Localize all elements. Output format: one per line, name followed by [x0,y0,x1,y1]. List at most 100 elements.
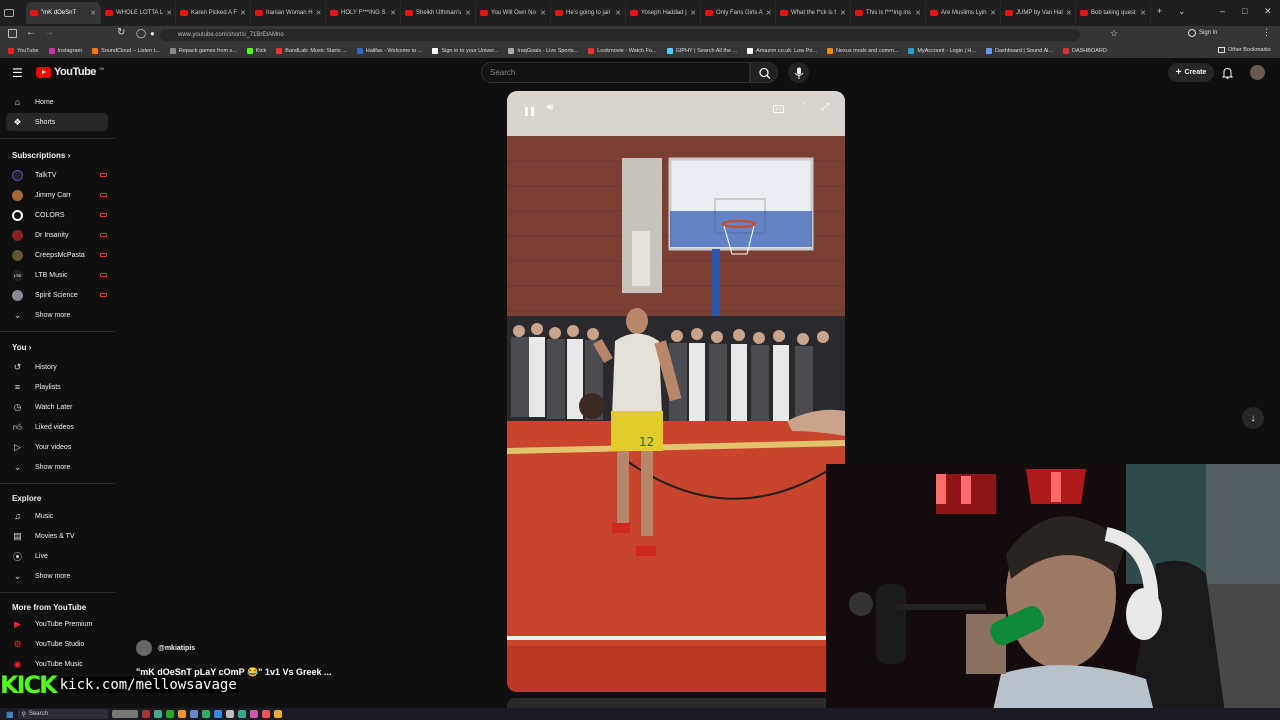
browser-tab[interactable]: You Will Own No ✕ [476,2,551,24]
voice-search-button[interactable] [788,62,809,83]
bookmark-item[interactable]: Sign in to your Univer... [432,48,498,54]
back-icon[interactable]: ← [26,27,36,38]
bookmark-star-icon[interactable]: ☆ [1110,28,1118,39]
tab-search-icon[interactable]: ⌄ [1178,6,1186,17]
sidebar-item-creepsmcpasta[interactable]: CreepsMcPasta [6,246,108,264]
app-icon[interactable] [273,710,282,718]
subscriptions-heading[interactable]: Subscriptions › [12,151,70,160]
app-icon[interactable] [177,710,186,718]
sidebar-item-jimmy-carr[interactable]: Jimmy Carr [6,186,108,204]
windows-start-icon[interactable]: ▦ [6,710,14,719]
browser-tab[interactable]: "mK dOeSnT ✕ [26,2,101,24]
reload-icon[interactable]: ↻ [117,27,125,38]
close-tab-icon[interactable]: ✕ [690,9,696,17]
home-browser-icon[interactable]: ◯ [136,28,146,39]
close-window-icon[interactable]: ✕ [1264,6,1272,17]
sidebar-item-your-videos[interactable]: ▷ Your videos [6,438,108,456]
youtube-logo[interactable]: YouTube GB [36,66,104,78]
sidebar-item-home[interactable]: ⌂ Home [6,93,108,111]
search-input[interactable]: Search [481,62,750,83]
show-more-button[interactable]: ⌄ Show more [6,458,108,476]
bookmark-item[interactable]: Amazon.co.uk: Low Pri... [747,48,817,54]
sidebar-item-history[interactable]: ↺ History [6,358,108,376]
sidebar-item-live[interactable]: ⦿ Live [6,547,108,565]
bookmark-item[interactable]: Halifax - Welcome to ... [356,48,422,54]
captions-button[interactable]: CC [773,105,784,113]
close-tab-icon[interactable]: ✕ [316,9,322,17]
browser-tab[interactable]: What the f*ck is t ✕ [776,2,851,24]
close-tab-icon[interactable]: ✕ [615,9,621,17]
close-tab-icon[interactable]: ✕ [766,9,772,17]
app-icon[interactable] [111,710,138,718]
pause-button[interactable] [521,103,537,119]
bookmark-item[interactable]: SoundCloud – Listen t... [92,48,160,54]
fullscreen-icon[interactable]: ⤢ [821,102,829,113]
forward-icon[interactable]: → [44,27,54,38]
maximize-icon[interactable]: □ [1242,6,1247,16]
browser-tab[interactable]: Yoseph Haddad | ✕ [626,2,701,24]
close-tab-icon[interactable]: ✕ [840,9,846,17]
sidebar-item-watch-later[interactable]: ◷ Watch Later [6,398,108,416]
bookmark-item[interactable]: Instagram [48,48,82,54]
close-tab-icon[interactable]: ✕ [90,9,96,17]
browser-tab[interactable]: JUMP by Van Hal ✕ [1001,2,1076,24]
app-icon[interactable] [225,710,234,718]
sidebar-toggle-icon[interactable] [8,29,17,38]
bookmark-item[interactable]: YouTube [8,48,39,54]
more-options-icon[interactable]: ⋮ [799,102,809,113]
browser-tab[interactable]: Sheikh Uthman's ✕ [401,2,476,24]
app-icon[interactable] [153,710,162,718]
you-heading[interactable]: You › [12,343,31,352]
browser-tab[interactable]: Iranian Woman H ✕ [251,2,326,24]
app-icon[interactable] [201,710,210,718]
browser-tab[interactable]: Bob taking quest ✕ [1076,2,1151,24]
bookmark-item[interactable]: BandLab: Music Starts ... [276,48,347,54]
browser-tab[interactable]: HOLY F***ING S ✕ [326,2,401,24]
close-tab-icon[interactable]: ✕ [990,9,996,17]
close-tab-icon[interactable]: ✕ [240,9,246,17]
bookmark-item[interactable]: Repack games from x... [169,48,237,54]
show-more-button[interactable]: ⌄ Show more [6,306,108,324]
close-tab-icon[interactable]: ✕ [540,9,546,17]
browser-tab[interactable]: Are Muslims Lyin ✕ [926,2,1001,24]
browser-tab[interactable]: WHOLE LOTTA L ✕ [101,2,176,24]
new-tab-icon[interactable]: + [1157,6,1162,16]
browser-tab[interactable]: Only Fans Girls A ✕ [701,2,776,24]
bookmark-item[interactable]: MyAccount - Login | H... [908,48,976,54]
app-icon[interactable] [249,710,258,718]
next-short-button[interactable]: ↓ [1242,407,1264,429]
search-button[interactable] [750,62,778,83]
sidebar-item-colors[interactable]: COLORS [6,206,108,224]
volume-button[interactable]: 🔊︎ [547,102,553,113]
bookmark-item[interactable]: Lookmovie - Watch Fo... [588,48,657,54]
app-icon[interactable] [141,710,150,718]
taskbar-search[interactable]: ⚲ Search [17,709,108,719]
app-icon[interactable] [237,710,246,718]
sidebar-item-music[interactable]: ♫ Music [6,507,108,525]
create-button[interactable]: + Create [1168,63,1214,82]
close-tab-icon[interactable]: ✕ [390,9,396,17]
show-more-button[interactable]: ⌄ Show more [6,567,108,585]
bookmark-item[interactable]: Nexus mods and comm... [827,48,898,54]
other-bookmarks[interactable]: Other Bookmarks [1218,47,1271,53]
sidebar-item-talktv[interactable]: TalkTV [6,166,108,184]
close-tab-icon[interactable]: ✕ [1066,9,1072,17]
lock-icon[interactable]: ● [150,29,155,38]
close-tab-icon[interactable]: ✕ [465,9,471,17]
sidebar-item-playlists[interactable]: ≡ Playlists [6,378,108,396]
bookmark-item[interactable]: GIPHY | Search All the ... [666,48,737,54]
app-icon[interactable] [261,710,270,718]
address-bar[interactable]: www.youtube.com/shorts/_71BrEtAMno [160,29,1080,41]
bookmark-item[interactable]: Dashboard | Sound Al... [985,48,1053,54]
close-tab-icon[interactable]: ✕ [915,9,921,17]
app-icon[interactable] [189,710,198,718]
minimize-icon[interactable]: – [1220,6,1225,16]
browser-tab[interactable]: Karen Picked A F ✕ [176,2,251,24]
bookmark-item[interactable]: DASHBOARD [1062,48,1107,54]
browser-tab[interactable]: He's going to jail ✕ [551,2,626,24]
browser-tab[interactable]: This is f***ing ins ✕ [851,2,926,24]
bookmark-item[interactable]: Kick [246,48,266,54]
sidebar-item-movies-tv[interactable]: ▤ Movies & TV [6,527,108,545]
sidebar-item-liked-videos[interactable]: 👍︎ Liked videos [6,418,108,436]
app-icon[interactable] [165,710,174,718]
